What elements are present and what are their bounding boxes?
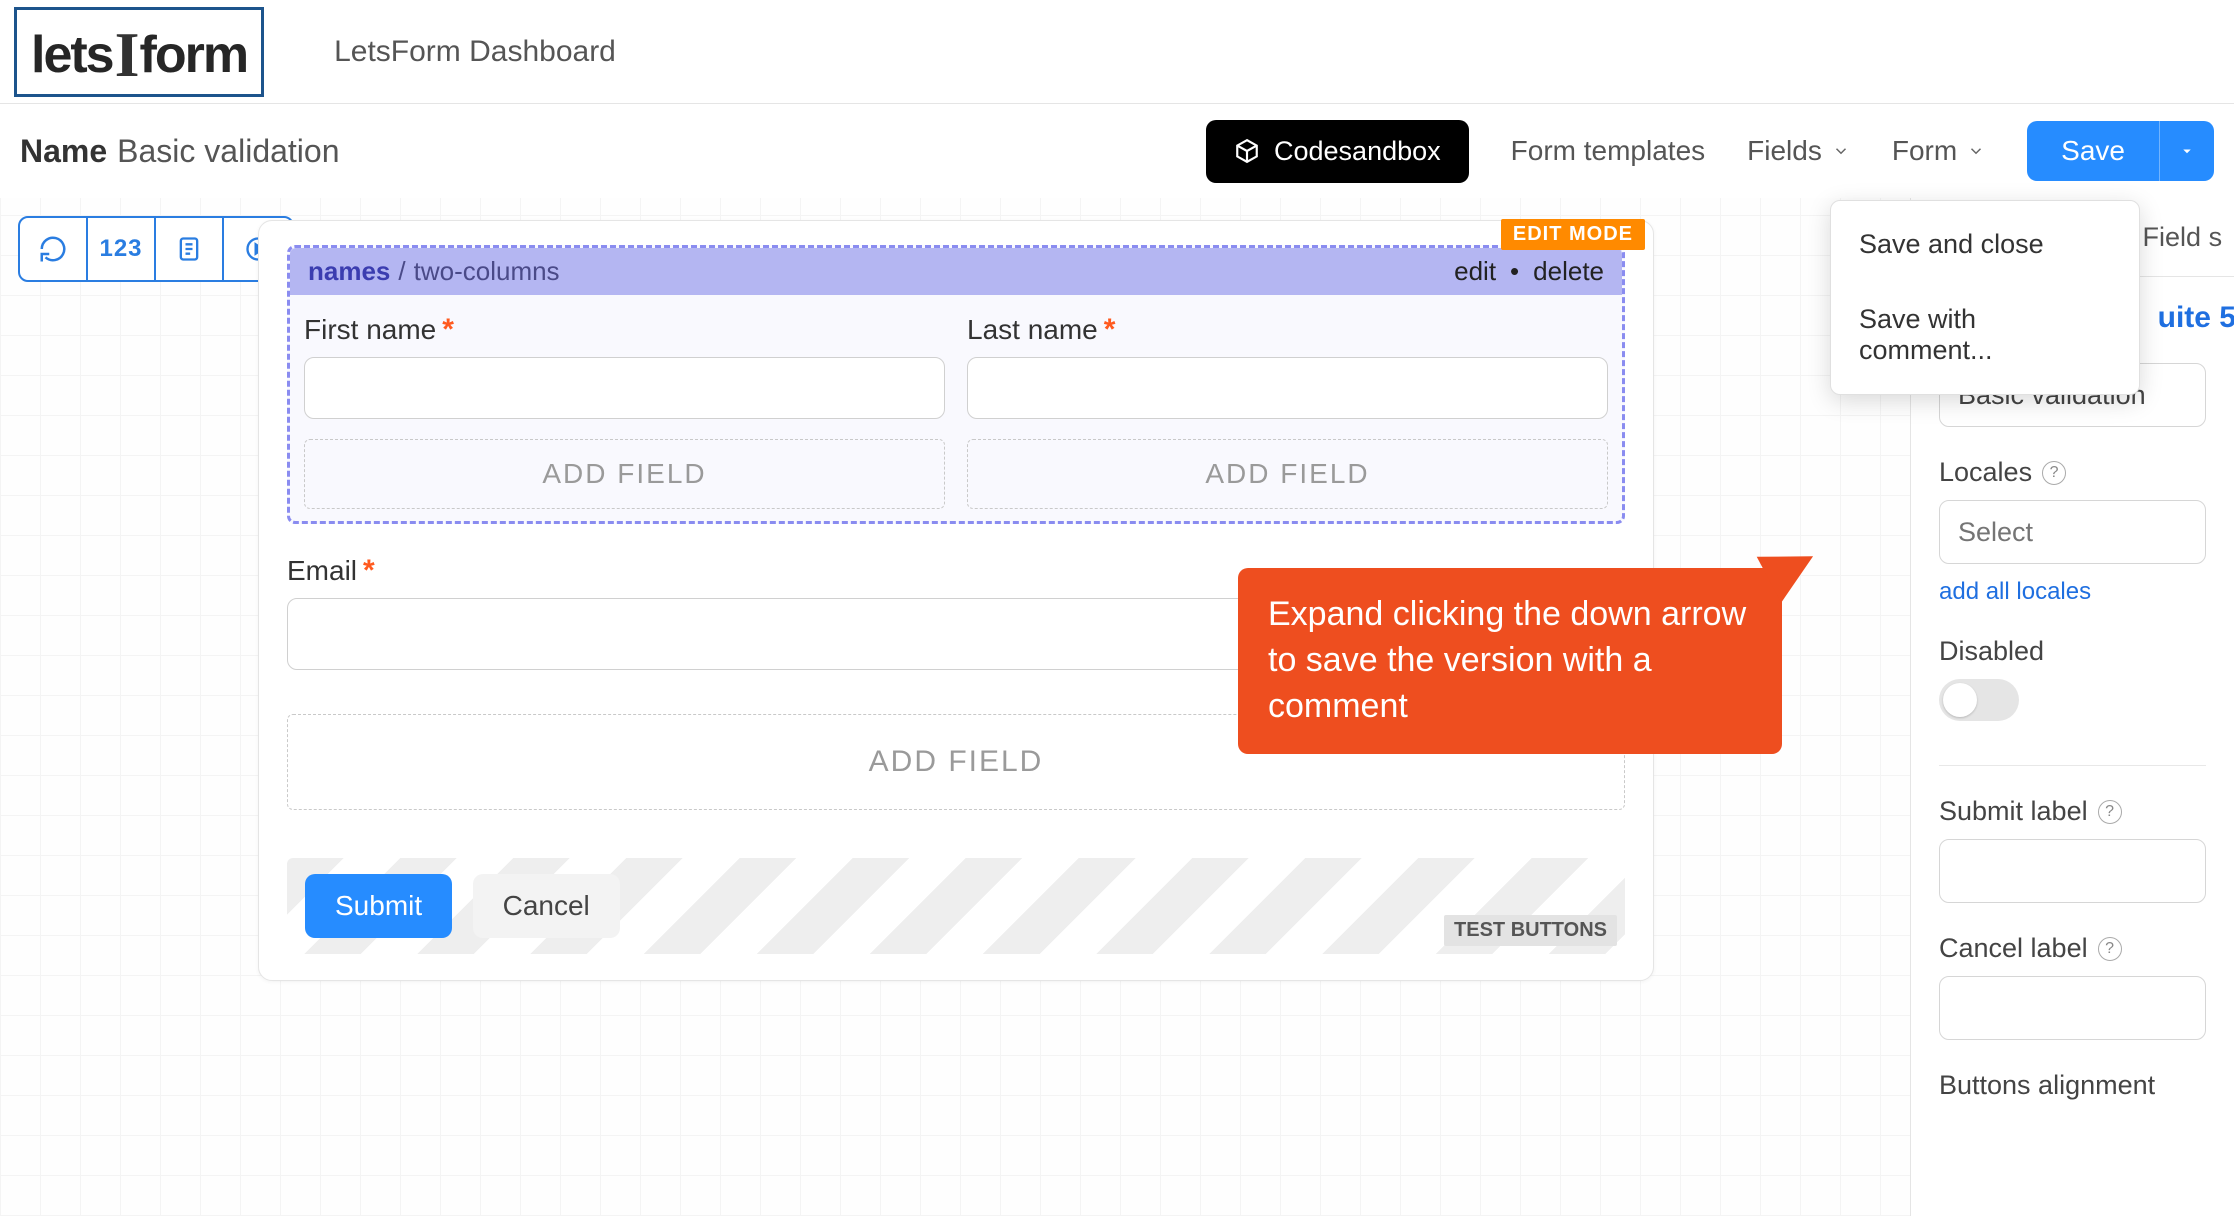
reload-tool[interactable] bbox=[20, 218, 88, 280]
disabled-toggle[interactable] bbox=[1939, 679, 2019, 721]
column-right: Last name * ADD FIELD bbox=[967, 313, 1608, 509]
disabled-label: Disabled bbox=[1939, 636, 2206, 667]
first-name-label: First name * bbox=[304, 313, 945, 347]
locales-select[interactable] bbox=[1939, 500, 2206, 564]
save-dropdown-button[interactable] bbox=[2159, 121, 2214, 181]
add-all-locales-link[interactable]: add all locales bbox=[1939, 578, 2091, 606]
topbar: lets I form LetsForm Dashboard bbox=[0, 0, 2234, 104]
form-menu-label: Form bbox=[1892, 135, 1957, 167]
group-edit-link[interactable]: edit bbox=[1454, 256, 1496, 287]
required-asterisk-icon: * bbox=[442, 313, 454, 347]
save-button[interactable]: Save bbox=[2027, 121, 2159, 181]
save-dropdown-menu: Save and close Save with comment... bbox=[1830, 200, 2140, 395]
form-menu[interactable]: Form bbox=[1892, 135, 1985, 167]
form-templates-menu[interactable]: Form templates bbox=[1511, 135, 1706, 167]
group-actions: edit • delete bbox=[1454, 256, 1604, 287]
form-templates-label: Form templates bbox=[1511, 135, 1706, 167]
fields-menu[interactable]: Fields bbox=[1747, 135, 1850, 167]
group-header: names / two-columns edit • delete bbox=[290, 248, 1622, 295]
group-name: names bbox=[308, 256, 390, 287]
help-icon[interactable]: ? bbox=[2042, 461, 2066, 485]
codesandbox-button[interactable]: Codesandbox bbox=[1206, 120, 1469, 183]
submit-button[interactable]: Submit bbox=[305, 874, 452, 938]
form-name-value: Basic validation bbox=[117, 133, 339, 170]
last-name-text: Last name bbox=[967, 314, 1098, 346]
cancel-button[interactable]: Cancel bbox=[473, 874, 620, 938]
email-text: Email bbox=[287, 555, 357, 587]
test-buttons-badge: TEST BUTTONS bbox=[1444, 915, 1617, 946]
edit-mode-badge: EDIT MODE bbox=[1501, 219, 1645, 250]
sidebar-body: Locales ? add all locales Disabled Submi… bbox=[1911, 353, 2234, 1101]
cancel-label-label: Cancel label ? bbox=[1939, 933, 2206, 964]
form-name-label: Name bbox=[20, 133, 107, 170]
logo-text-lets: lets bbox=[31, 25, 113, 85]
canvas-area: 123 EDIT MODE names / two-columns edit • bbox=[0, 198, 1910, 1216]
save-with-comment-item[interactable]: Save with comment... bbox=[1831, 282, 2139, 388]
caret-down-icon bbox=[2178, 142, 2196, 160]
cube-icon bbox=[1234, 138, 1260, 164]
submit-label-text: Submit label bbox=[1939, 796, 2088, 827]
numbers-tool-label: 123 bbox=[99, 235, 142, 263]
logo-text-i: I bbox=[113, 18, 140, 92]
last-name-label: Last name * bbox=[967, 313, 1608, 347]
sidebar-separator bbox=[1939, 765, 2206, 766]
field-group-names: names / two-columns edit • delete First … bbox=[287, 245, 1625, 524]
logo[interactable]: lets I form bbox=[14, 7, 264, 97]
chevron-down-icon bbox=[1967, 142, 1985, 160]
dot-separator: • bbox=[1510, 256, 1519, 287]
save-split-button: Save bbox=[2027, 121, 2214, 181]
group-type: two-columns bbox=[414, 256, 560, 287]
locales-label: Locales ? bbox=[1939, 457, 2206, 488]
numbers-tool[interactable]: 123 bbox=[88, 218, 156, 280]
group-delete-link[interactable]: delete bbox=[1533, 256, 1604, 287]
last-name-input[interactable] bbox=[967, 357, 1608, 419]
codesandbox-label: Codesandbox bbox=[1274, 136, 1441, 167]
cancel-label-text: Cancel label bbox=[1939, 933, 2088, 964]
column-left: First name * ADD FIELD bbox=[304, 313, 945, 509]
required-asterisk-icon: * bbox=[1104, 313, 1116, 347]
instruction-callout: Expand clicking the down arrow to save t… bbox=[1238, 568, 1782, 754]
buttons-alignment-label: Buttons alignment bbox=[1939, 1070, 2206, 1101]
fields-label: Fields bbox=[1747, 135, 1822, 167]
buttons-alignment-text: Buttons alignment bbox=[1939, 1070, 2155, 1101]
help-icon[interactable]: ? bbox=[2098, 800, 2122, 824]
buttons-row: Submit Cancel TEST BUTTONS bbox=[287, 858, 1625, 954]
disabled-label-text: Disabled bbox=[1939, 636, 2044, 667]
notes-tool[interactable] bbox=[156, 218, 224, 280]
callout-text: Expand clicking the down arrow to save t… bbox=[1268, 595, 1746, 725]
help-icon[interactable]: ? bbox=[2098, 937, 2122, 961]
add-field-slot-left[interactable]: ADD FIELD bbox=[304, 439, 945, 509]
chevron-down-icon bbox=[1832, 142, 1850, 160]
note-icon bbox=[175, 235, 203, 263]
dashboard-title: LetsForm Dashboard bbox=[334, 35, 616, 69]
reload-icon bbox=[38, 234, 68, 264]
save-and-close-item[interactable]: Save and close bbox=[1831, 207, 2139, 282]
cancel-label-input[interactable] bbox=[1939, 976, 2206, 1040]
required-asterisk-icon: * bbox=[363, 554, 375, 588]
save-label: Save bbox=[2061, 135, 2125, 166]
group-separator: / bbox=[398, 256, 405, 287]
first-name-text: First name bbox=[304, 314, 436, 346]
tab-field[interactable]: Field s bbox=[2143, 222, 2223, 276]
logo-text-form: form bbox=[140, 25, 248, 85]
tool-rail: 123 bbox=[18, 216, 294, 282]
first-name-input[interactable] bbox=[304, 357, 945, 419]
submit-label-label: Submit label ? bbox=[1939, 796, 2206, 827]
form-toolbar: Name Basic validation Codesandbox Form t… bbox=[0, 104, 2234, 198]
add-field-slot-right[interactable]: ADD FIELD bbox=[967, 439, 1608, 509]
locales-label-text: Locales bbox=[1939, 457, 2032, 488]
submit-label-input[interactable] bbox=[1939, 839, 2206, 903]
